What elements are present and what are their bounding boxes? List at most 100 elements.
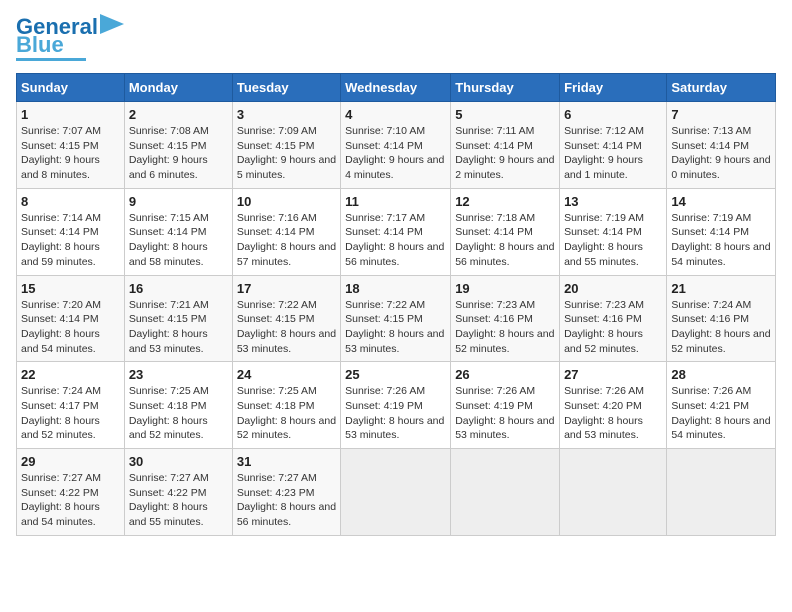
- day-info: Sunrise: 7:26 AMSunset: 4:19 PMDaylight:…: [345, 384, 446, 443]
- day-number: 1: [21, 107, 120, 122]
- day-info: Sunrise: 7:19 AMSunset: 4:14 PMDaylight:…: [671, 211, 771, 270]
- day-number: 18: [345, 281, 446, 296]
- calendar-cell: 30 Sunrise: 7:27 AMSunset: 4:22 PMDaylig…: [124, 449, 232, 536]
- logo-underline: [16, 58, 86, 61]
- calendar-cell: 6 Sunrise: 7:12 AMSunset: 4:14 PMDayligh…: [560, 102, 667, 189]
- calendar-week-5: 29 Sunrise: 7:27 AMSunset: 4:22 PMDaylig…: [17, 449, 776, 536]
- calendar-cell: 3 Sunrise: 7:09 AMSunset: 4:15 PMDayligh…: [232, 102, 340, 189]
- calendar-cell: 13 Sunrise: 7:19 AMSunset: 4:14 PMDaylig…: [560, 188, 667, 275]
- calendar-cell: 11 Sunrise: 7:17 AMSunset: 4:14 PMDaylig…: [341, 188, 451, 275]
- day-info: Sunrise: 7:17 AMSunset: 4:14 PMDaylight:…: [345, 211, 446, 270]
- day-number: 9: [129, 194, 228, 209]
- day-number: 8: [21, 194, 120, 209]
- day-info: Sunrise: 7:23 AMSunset: 4:16 PMDaylight:…: [564, 298, 662, 357]
- calendar-cell: 20 Sunrise: 7:23 AMSunset: 4:16 PMDaylig…: [560, 275, 667, 362]
- day-number: 22: [21, 367, 120, 382]
- day-number: 6: [564, 107, 662, 122]
- calendar-cell: 10 Sunrise: 7:16 AMSunset: 4:14 PMDaylig…: [232, 188, 340, 275]
- day-info: Sunrise: 7:26 AMSunset: 4:21 PMDaylight:…: [671, 384, 771, 443]
- day-info: Sunrise: 7:16 AMSunset: 4:14 PMDaylight:…: [237, 211, 336, 270]
- day-info: Sunrise: 7:15 AMSunset: 4:14 PMDaylight:…: [129, 211, 228, 270]
- calendar-cell: 24 Sunrise: 7:25 AMSunset: 4:18 PMDaylig…: [232, 362, 340, 449]
- day-info: Sunrise: 7:14 AMSunset: 4:14 PMDaylight:…: [21, 211, 120, 270]
- day-info: Sunrise: 7:25 AMSunset: 4:18 PMDaylight:…: [129, 384, 228, 443]
- calendar-week-4: 22 Sunrise: 7:24 AMSunset: 4:17 PMDaylig…: [17, 362, 776, 449]
- calendar-cell: [341, 449, 451, 536]
- header-tuesday: Tuesday: [232, 74, 340, 102]
- day-number: 26: [455, 367, 555, 382]
- day-number: 31: [237, 454, 336, 469]
- day-number: 16: [129, 281, 228, 296]
- header-monday: Monday: [124, 74, 232, 102]
- header-thursday: Thursday: [451, 74, 560, 102]
- day-number: 13: [564, 194, 662, 209]
- day-number: 17: [237, 281, 336, 296]
- calendar-cell: 28 Sunrise: 7:26 AMSunset: 4:21 PMDaylig…: [667, 362, 776, 449]
- day-info: Sunrise: 7:27 AMSunset: 4:23 PMDaylight:…: [237, 471, 336, 530]
- calendar-cell: 9 Sunrise: 7:15 AMSunset: 4:14 PMDayligh…: [124, 188, 232, 275]
- day-number: 28: [671, 367, 771, 382]
- calendar-cell: 14 Sunrise: 7:19 AMSunset: 4:14 PMDaylig…: [667, 188, 776, 275]
- calendar-cell: 16 Sunrise: 7:21 AMSunset: 4:15 PMDaylig…: [124, 275, 232, 362]
- day-info: Sunrise: 7:13 AMSunset: 4:14 PMDaylight:…: [671, 124, 771, 183]
- day-info: Sunrise: 7:24 AMSunset: 4:16 PMDaylight:…: [671, 298, 771, 357]
- calendar-cell: [560, 449, 667, 536]
- day-number: 21: [671, 281, 771, 296]
- logo-blue-text: Blue: [16, 34, 64, 56]
- day-number: 7: [671, 107, 771, 122]
- calendar-cell: 12 Sunrise: 7:18 AMSunset: 4:14 PMDaylig…: [451, 188, 560, 275]
- calendar-table: SundayMondayTuesdayWednesdayThursdayFrid…: [16, 73, 776, 536]
- day-number: 5: [455, 107, 555, 122]
- day-info: Sunrise: 7:20 AMSunset: 4:14 PMDaylight:…: [21, 298, 120, 357]
- calendar-cell: [451, 449, 560, 536]
- day-info: Sunrise: 7:18 AMSunset: 4:14 PMDaylight:…: [455, 211, 555, 270]
- day-number: 15: [21, 281, 120, 296]
- day-number: 24: [237, 367, 336, 382]
- calendar-cell: 27 Sunrise: 7:26 AMSunset: 4:20 PMDaylig…: [560, 362, 667, 449]
- day-number: 2: [129, 107, 228, 122]
- calendar-cell: 5 Sunrise: 7:11 AMSunset: 4:14 PMDayligh…: [451, 102, 560, 189]
- calendar-cell: 2 Sunrise: 7:08 AMSunset: 4:15 PMDayligh…: [124, 102, 232, 189]
- calendar-cell: 31 Sunrise: 7:27 AMSunset: 4:23 PMDaylig…: [232, 449, 340, 536]
- calendar-cell: 18 Sunrise: 7:22 AMSunset: 4:15 PMDaylig…: [341, 275, 451, 362]
- calendar-cell: 23 Sunrise: 7:25 AMSunset: 4:18 PMDaylig…: [124, 362, 232, 449]
- day-info: Sunrise: 7:07 AMSunset: 4:15 PMDaylight:…: [21, 124, 120, 183]
- day-info: Sunrise: 7:21 AMSunset: 4:15 PMDaylight:…: [129, 298, 228, 357]
- calendar-cell: 7 Sunrise: 7:13 AMSunset: 4:14 PMDayligh…: [667, 102, 776, 189]
- day-info: Sunrise: 7:19 AMSunset: 4:14 PMDaylight:…: [564, 211, 662, 270]
- day-info: Sunrise: 7:22 AMSunset: 4:15 PMDaylight:…: [345, 298, 446, 357]
- logo: General Blue: [16, 16, 124, 61]
- calendar-cell: 19 Sunrise: 7:23 AMSunset: 4:16 PMDaylig…: [451, 275, 560, 362]
- day-info: Sunrise: 7:09 AMSunset: 4:15 PMDaylight:…: [237, 124, 336, 183]
- header-sunday: Sunday: [17, 74, 125, 102]
- day-info: Sunrise: 7:26 AMSunset: 4:20 PMDaylight:…: [564, 384, 662, 443]
- day-number: 3: [237, 107, 336, 122]
- day-number: 12: [455, 194, 555, 209]
- calendar-cell: [667, 449, 776, 536]
- page-header: General Blue: [16, 16, 776, 61]
- day-info: Sunrise: 7:25 AMSunset: 4:18 PMDaylight:…: [237, 384, 336, 443]
- day-info: Sunrise: 7:12 AMSunset: 4:14 PMDaylight:…: [564, 124, 662, 183]
- calendar-cell: 29 Sunrise: 7:27 AMSunset: 4:22 PMDaylig…: [17, 449, 125, 536]
- calendar-cell: 4 Sunrise: 7:10 AMSunset: 4:14 PMDayligh…: [341, 102, 451, 189]
- calendar-week-1: 1 Sunrise: 7:07 AMSunset: 4:15 PMDayligh…: [17, 102, 776, 189]
- day-number: 30: [129, 454, 228, 469]
- calendar-cell: 21 Sunrise: 7:24 AMSunset: 4:16 PMDaylig…: [667, 275, 776, 362]
- day-number: 25: [345, 367, 446, 382]
- day-number: 11: [345, 194, 446, 209]
- day-info: Sunrise: 7:22 AMSunset: 4:15 PMDaylight:…: [237, 298, 336, 357]
- calendar-week-2: 8 Sunrise: 7:14 AMSunset: 4:14 PMDayligh…: [17, 188, 776, 275]
- day-number: 19: [455, 281, 555, 296]
- header-saturday: Saturday: [667, 74, 776, 102]
- calendar-cell: 1 Sunrise: 7:07 AMSunset: 4:15 PMDayligh…: [17, 102, 125, 189]
- day-info: Sunrise: 7:27 AMSunset: 4:22 PMDaylight:…: [21, 471, 120, 530]
- calendar-cell: 25 Sunrise: 7:26 AMSunset: 4:19 PMDaylig…: [341, 362, 451, 449]
- calendar-cell: 17 Sunrise: 7:22 AMSunset: 4:15 PMDaylig…: [232, 275, 340, 362]
- calendar-header-row: SundayMondayTuesdayWednesdayThursdayFrid…: [17, 74, 776, 102]
- day-info: Sunrise: 7:23 AMSunset: 4:16 PMDaylight:…: [455, 298, 555, 357]
- logo-arrow-icon: [100, 14, 124, 34]
- day-number: 4: [345, 107, 446, 122]
- calendar-cell: 26 Sunrise: 7:26 AMSunset: 4:19 PMDaylig…: [451, 362, 560, 449]
- day-number: 29: [21, 454, 120, 469]
- day-info: Sunrise: 7:26 AMSunset: 4:19 PMDaylight:…: [455, 384, 555, 443]
